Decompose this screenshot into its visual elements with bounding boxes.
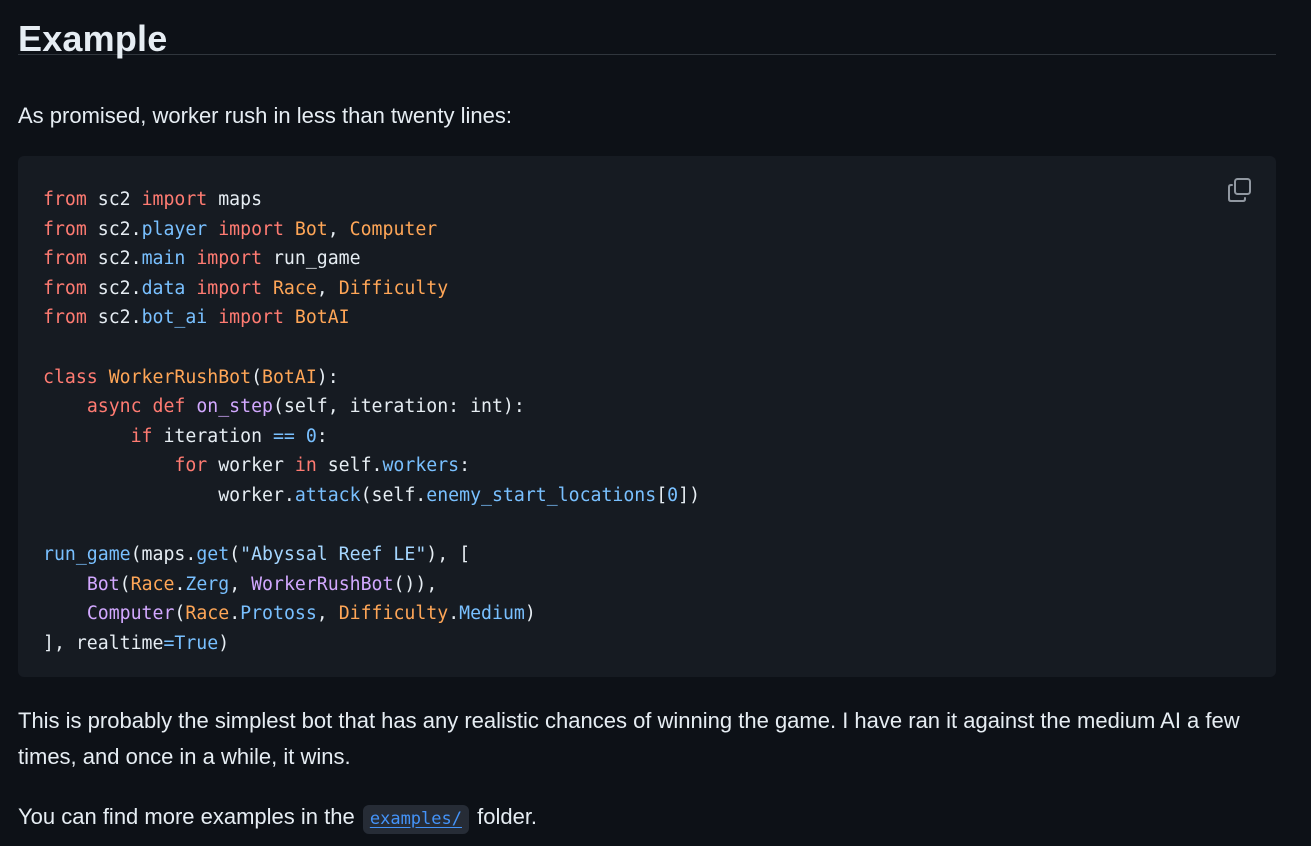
code-line: if iteration == 0: [130, 425, 328, 447]
code-line: class WorkerRushBot(BotAI): [43, 366, 339, 388]
code-line: from sc2.player import Bot, Computer [43, 218, 438, 240]
code-line: async def on_step(self, iteration: int): [86, 396, 525, 418]
code-line: worker.attack(self.enemy_start_locations… [43, 484, 701, 506]
code-line: Bot(Race.Zerg, WorkerRushBot()), [86, 573, 438, 595]
markdown-body: Example As promised, worker rush in less… [18, 0, 1276, 834]
code-content[interactable]: from sc2 import maps from sc2.player imp… [43, 185, 700, 659]
code-line: for worker in self.workers: [174, 455, 471, 477]
code-line: from sc2.main import run_game [43, 248, 361, 270]
code-line: from sc2.data import Race, Difficulty [43, 277, 449, 299]
code-block: from sc2 import maps from sc2.player imp… [18, 156, 1276, 677]
examples-paragraph: You can find more examples in the exampl… [18, 799, 537, 837]
code-line: ], realtime=True) [43, 632, 230, 654]
copy-button[interactable] [1227, 177, 1253, 203]
examples-link[interactable]: examples/ [362, 805, 469, 834]
intro-paragraph: As promised, worker rush in less than tw… [18, 103, 512, 128]
section-heading: Example [18, 0, 1276, 59]
code-line: Computer(Race.Protoss, Difficulty.Medium… [86, 603, 536, 625]
examples-text-before: You can find more examples in the [18, 804, 355, 829]
code-line: from sc2.bot_ai import BotAI [43, 307, 350, 329]
code-line: run_game(maps.get("Abyssal Reef LE"), [ [43, 544, 471, 566]
examples-text-after: folder. [477, 804, 538, 829]
description-paragraph: This is probably the simplest bot that h… [18, 708, 1240, 769]
code-line: from sc2 import maps [43, 189, 263, 210]
copy-icon [1228, 178, 1251, 202]
